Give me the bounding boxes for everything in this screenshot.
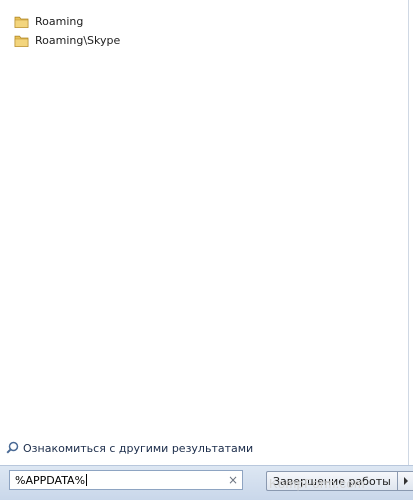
result-item-roaming[interactable]: Roaming xyxy=(14,13,83,30)
folder-icon xyxy=(14,34,29,48)
see-more-results-label: Ознакомиться с другими результатами xyxy=(23,441,254,455)
clear-search-icon[interactable]: × xyxy=(224,471,242,489)
search-input-value: %APPDATA% xyxy=(15,473,86,487)
text-caret xyxy=(86,474,88,486)
search-input[interactable]: %APPDATA% xyxy=(10,474,224,487)
see-more-results-link[interactable]: Ознакомиться с другими результатами xyxy=(6,440,253,456)
result-label: Roaming\Skype xyxy=(35,34,121,47)
watermark: KompForm.com xyxy=(268,476,365,491)
shutdown-options-button[interactable] xyxy=(397,471,413,491)
start-menu: Roaming Roaming\Skype Ознакомиться с дру… xyxy=(0,0,413,500)
result-label: Roaming xyxy=(35,15,84,28)
search-icon xyxy=(6,439,19,458)
folder-icon xyxy=(14,15,29,29)
search-results-panel: Roaming Roaming\Skype Ознакомиться с дру… xyxy=(0,0,409,465)
result-item-roaming-skype[interactable]: Roaming\Skype xyxy=(14,32,120,49)
arrow-right-icon xyxy=(404,477,409,485)
search-box[interactable]: %APPDATA% × xyxy=(9,470,243,490)
